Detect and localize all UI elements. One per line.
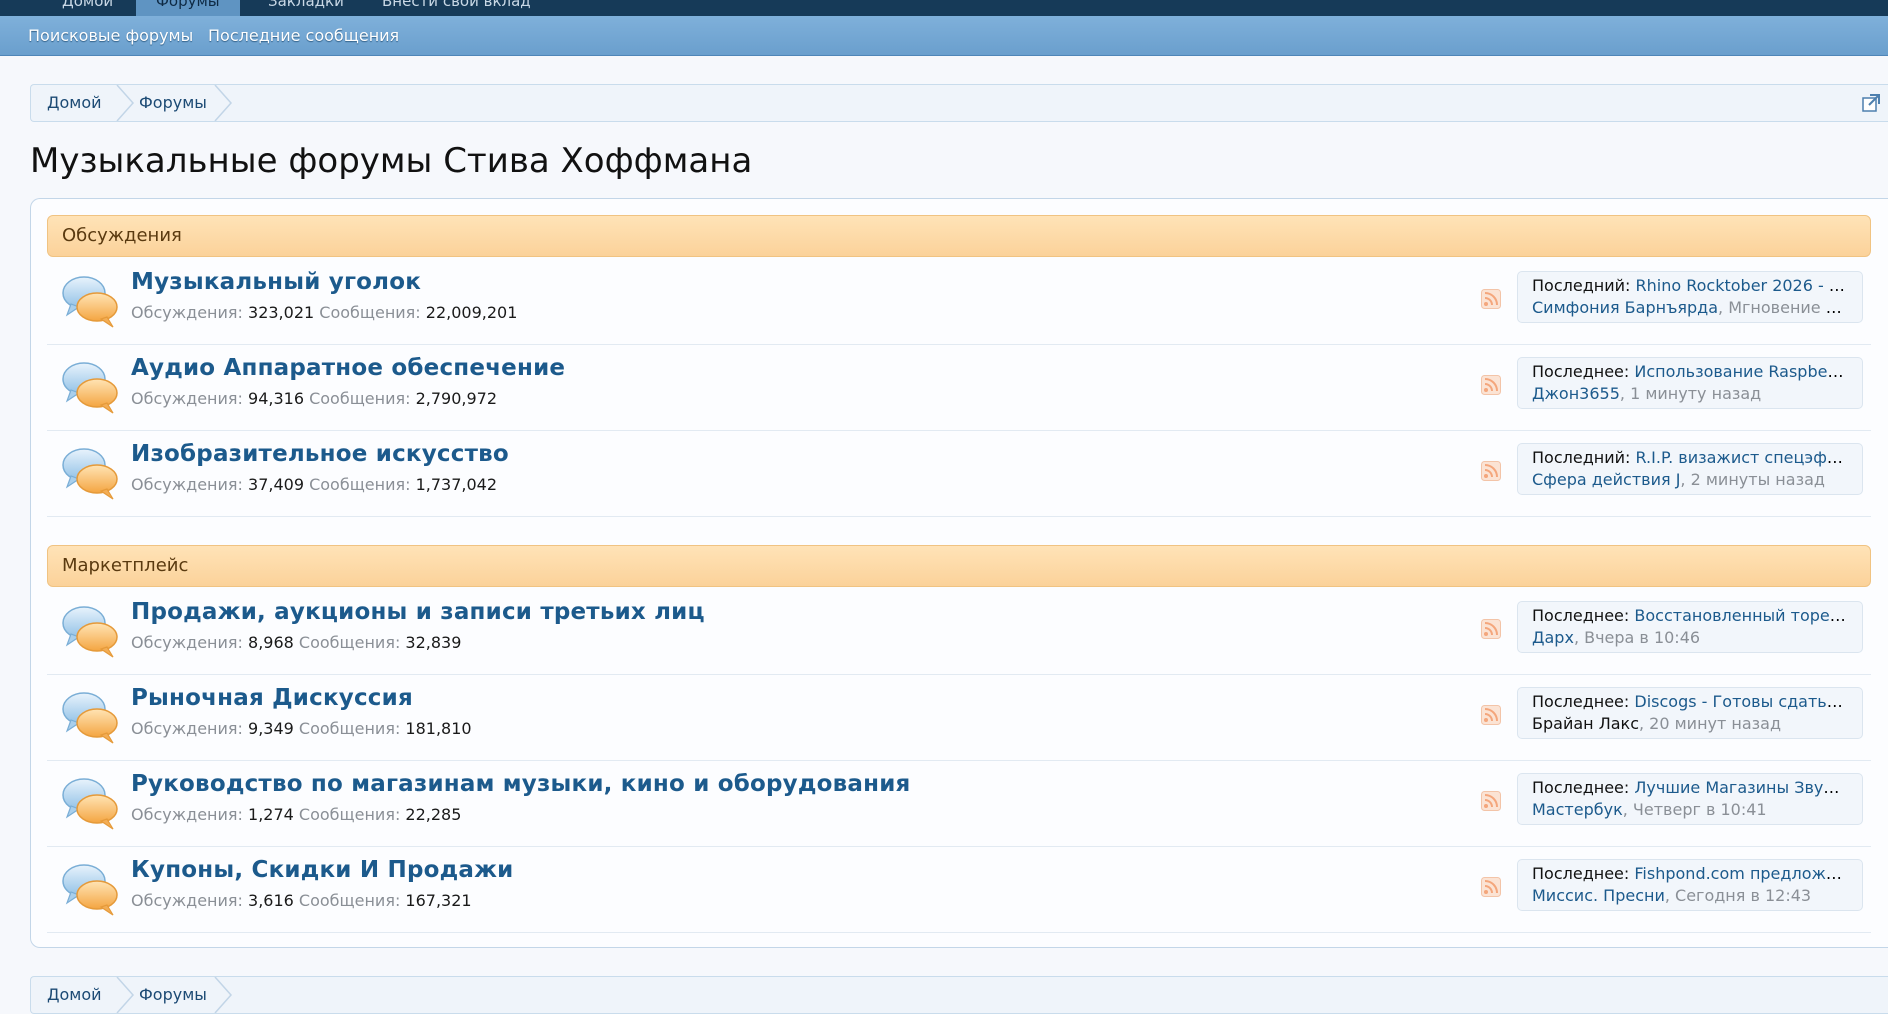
forum-stats: Обсуждения: 323,021 Сообщения: 22,009,20… bbox=[131, 303, 518, 322]
last-post-user-link[interactable]: Симфония Барнъярда bbox=[1532, 298, 1718, 317]
breadcrumb-separator-icon bbox=[115, 977, 135, 1013]
forum-stats: Обсуждения: 1,274 Сообщения: 22,285 bbox=[131, 805, 462, 824]
forum-row: Изобразительное искусство Обсуждения: 37… bbox=[47, 431, 1871, 517]
forum-title-link[interactable]: Продажи, аукционы и записи третьих лиц bbox=[131, 599, 705, 625]
recent-posts-link[interactable]: Последние сообщения bbox=[208, 16, 399, 56]
forum-title-link[interactable]: Изобразительное искусство bbox=[131, 441, 509, 467]
search-forums-link[interactable]: Поисковые форумы bbox=[28, 16, 193, 56]
last-post-thread-link[interactable]: Использование Raspberry P... bbox=[1634, 362, 1848, 381]
rss-icon[interactable] bbox=[1481, 705, 1501, 725]
forum-list: Обсуждения Музыкальный уголок Обсуждения… bbox=[30, 198, 1888, 948]
forum-row: Рыночная Дискуссия Обсуждения: 9,349 Соо… bbox=[47, 675, 1871, 761]
last-post: Последнее: Использование Raspberry P... … bbox=[1517, 357, 1863, 409]
forum-title-link[interactable]: Купоны, Скидки И Продажи bbox=[131, 857, 514, 883]
breadcrumb-separator-icon bbox=[213, 977, 233, 1013]
last-post-time: 1 минуту назад bbox=[1630, 384, 1762, 403]
last-post-time: Мгновение назад bbox=[1728, 298, 1848, 317]
last-post: Последнее: Лучшие Магазины Звукоза... Ма… bbox=[1517, 773, 1863, 825]
forum-bubbles-icon bbox=[61, 603, 119, 659]
tab-forums[interactable]: Форумы bbox=[136, 0, 240, 16]
last-post: Последний: Rhino Rocktober 2026 - Спи...… bbox=[1517, 271, 1863, 323]
category-header-marketplace[interactable]: Маркетплейс bbox=[47, 545, 1871, 587]
last-post-user-link[interactable]: Мастербук bbox=[1532, 800, 1623, 819]
last-post-time: Четверг в 10:41 bbox=[1632, 800, 1767, 819]
forum-bubbles-icon bbox=[61, 445, 119, 501]
forum-bubbles-icon bbox=[61, 359, 119, 415]
last-post-time: 2 минуты назад bbox=[1690, 470, 1825, 489]
last-post-time: 20 минут назад bbox=[1649, 714, 1782, 733]
rss-icon[interactable] bbox=[1481, 619, 1501, 639]
rss-icon[interactable] bbox=[1481, 375, 1501, 395]
last-post-user-link[interactable]: Миссис. Пресни bbox=[1532, 886, 1665, 905]
forum-stats: Обсуждения: 9,349 Сообщения: 181,810 bbox=[131, 719, 472, 738]
rss-icon[interactable] bbox=[1481, 791, 1501, 811]
breadcrumb-home[interactable]: Домой bbox=[47, 977, 102, 1013]
forum-bubbles-icon bbox=[61, 775, 119, 831]
forum-stats: Обсуждения: 8,968 Сообщения: 32,839 bbox=[131, 633, 462, 652]
sub-navigation: Поисковые форумы Последние сообщения bbox=[0, 16, 1888, 56]
last-post-user-link[interactable]: Джон3655 bbox=[1532, 384, 1620, 403]
last-post-time: Сегодня в 12:43 bbox=[1675, 886, 1812, 905]
forum-row: Продажи, аукционы и записи третьих лиц О… bbox=[47, 589, 1871, 675]
forum-row: Музыкальный уголок Обсуждения: 323,021 С… bbox=[47, 259, 1871, 345]
last-post-thread-link[interactable]: R.I.P. визажист спецэффек... bbox=[1636, 448, 1849, 467]
last-post-thread-link[interactable]: Discogs - Готовы сдаться? bbox=[1634, 692, 1848, 711]
last-post-thread-link[interactable]: Rhino Rocktober 2026 - Спи... bbox=[1636, 276, 1849, 295]
forum-stats: Обсуждения: 37,409 Сообщения: 1,737,042 bbox=[131, 475, 498, 494]
forum-bubbles-icon bbox=[61, 689, 119, 745]
forum-title-link[interactable]: Руководство по магазинам музыки, кино и … bbox=[131, 771, 911, 797]
last-post-time: Вчера в 10:46 bbox=[1584, 628, 1701, 647]
forum-row: Аудио Аппаратное обеспечение Обсуждения:… bbox=[47, 345, 1871, 431]
rss-icon[interactable] bbox=[1481, 461, 1501, 481]
forum-bubbles-icon bbox=[61, 273, 119, 329]
tab-home[interactable]: Домой bbox=[42, 0, 133, 16]
category-header-discussions[interactable]: Обсуждения bbox=[47, 215, 1871, 257]
forum-stats: Обсуждения: 3,616 Сообщения: 167,321 bbox=[131, 891, 472, 910]
page-title: Музыкальные форумы Стива Хоффмана bbox=[30, 141, 753, 181]
forum-stats: Обсуждения: 94,316 Сообщения: 2,790,972 bbox=[131, 389, 498, 408]
last-post-user-link[interactable]: Сфера действия J bbox=[1532, 470, 1680, 489]
last-post-thread-link[interactable]: Fishpond.com предложени... bbox=[1634, 864, 1848, 883]
last-post-thread-link[interactable]: Лучшие Магазины Звукоза... bbox=[1634, 778, 1848, 797]
last-post: Последнее: Восстановленный торенс Т... Д… bbox=[1517, 601, 1863, 653]
last-post-thread-link[interactable]: Восстановленный торенс Т... bbox=[1634, 606, 1848, 625]
forum-title-link[interactable]: Музыкальный уголок bbox=[131, 269, 421, 295]
external-link-icon[interactable] bbox=[1862, 94, 1880, 112]
rss-icon[interactable] bbox=[1481, 289, 1501, 309]
top-navigation: Домой Форумы Закладки Внести свой вклад bbox=[0, 0, 1888, 16]
tab-bookmarks[interactable]: Закладки bbox=[248, 0, 364, 16]
forum-title-link[interactable]: Рыночная Дискуссия bbox=[131, 685, 413, 711]
forum-title-link[interactable]: Аудио Аппаратное обеспечение bbox=[131, 355, 565, 381]
rss-icon[interactable] bbox=[1481, 877, 1501, 897]
breadcrumb-forums[interactable]: Форумы bbox=[139, 977, 207, 1013]
breadcrumb-top: Домой Форумы bbox=[30, 84, 1888, 122]
last-post-user-link[interactable]: Брайан Лакс bbox=[1532, 714, 1639, 733]
tab-contribute[interactable]: Внести свой вклад bbox=[362, 0, 551, 16]
breadcrumb-bottom: Домой Форумы bbox=[30, 976, 1888, 1014]
last-post-user-link[interactable]: Дарх bbox=[1532, 628, 1574, 647]
last-post: Последний: R.I.P. визажист спецэффек... … bbox=[1517, 443, 1863, 495]
breadcrumb-forums[interactable]: Форумы bbox=[139, 85, 207, 121]
forum-row: Купоны, Скидки И Продажи Обсуждения: 3,6… bbox=[47, 847, 1871, 933]
last-post: Последнее: Discogs - Готовы сдаться? Бра… bbox=[1517, 687, 1863, 739]
breadcrumb-separator-icon bbox=[115, 85, 135, 121]
forum-bubbles-icon bbox=[61, 861, 119, 917]
forum-row: Руководство по магазинам музыки, кино и … bbox=[47, 761, 1871, 847]
breadcrumb-separator-icon bbox=[213, 85, 233, 121]
last-post: Последнее: Fishpond.com предложени... Ми… bbox=[1517, 859, 1863, 911]
breadcrumb-home[interactable]: Домой bbox=[47, 85, 102, 121]
